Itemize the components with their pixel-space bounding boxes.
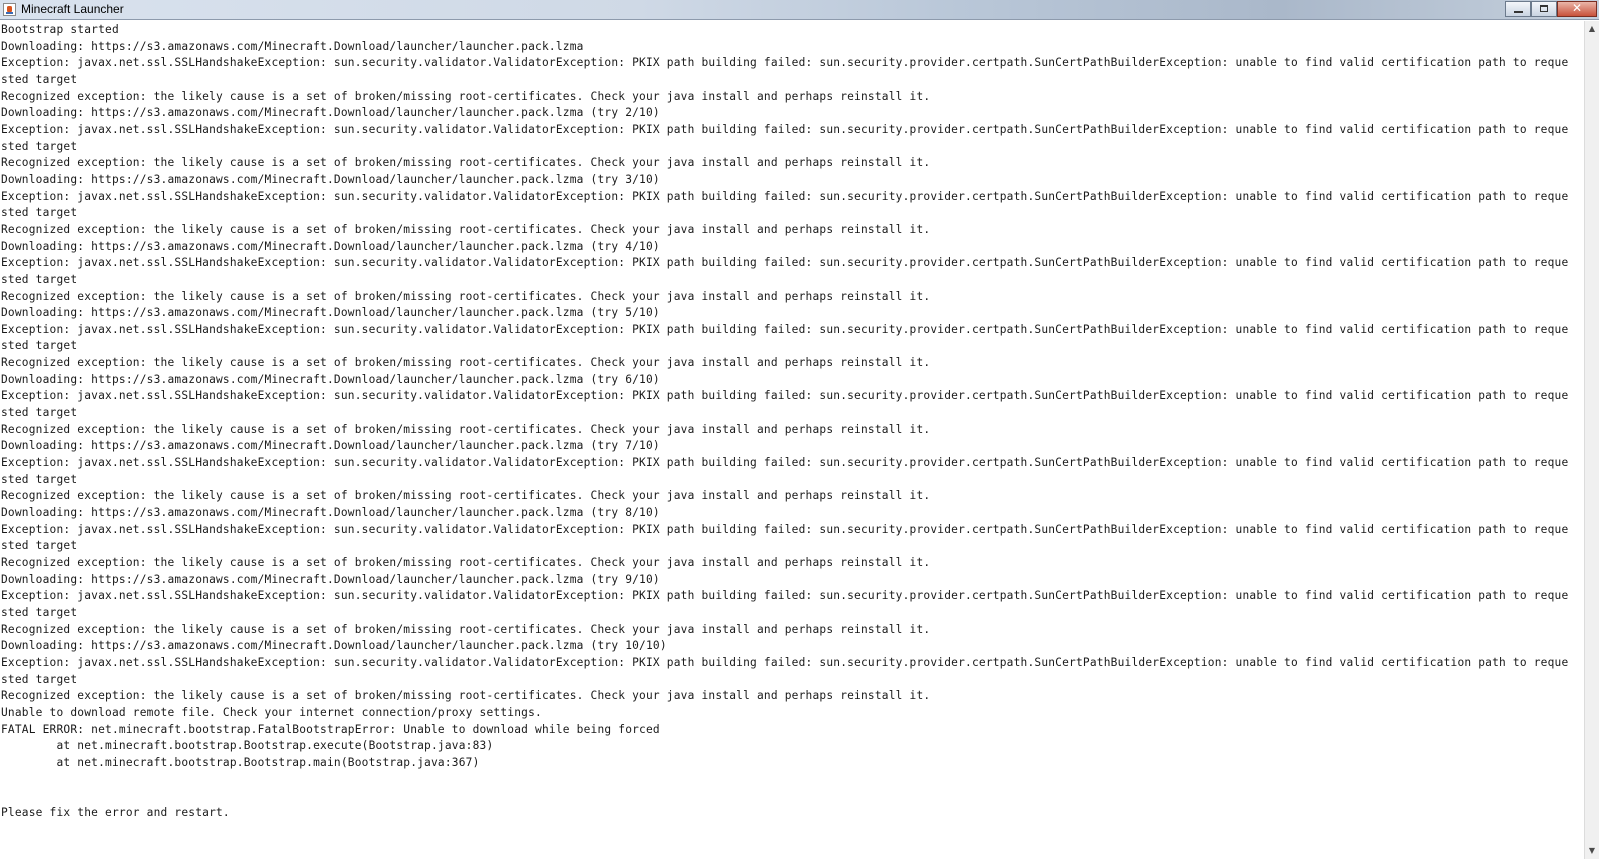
log-line: sted target <box>1 206 78 220</box>
close-icon: ✕ <box>1571 1 1583 15</box>
log-line: Exception: javax.net.ssl.SSLHandshakeExc… <box>1 322 1569 336</box>
log-line: Exception: javax.net.ssl.SSLHandshakeExc… <box>1 122 1569 136</box>
scroll-up-icon[interactable]: ▲ <box>1585 21 1599 37</box>
window-title: Minecraft Launcher <box>21 2 124 16</box>
minimize-button[interactable] <box>1505 1 1531 17</box>
log-line: Please fix the error and restart. <box>1 805 230 819</box>
scroll-down-icon[interactable]: ▼ <box>1585 843 1599 859</box>
log-line: Downloading: https://s3.amazonaws.com/Mi… <box>1 306 660 320</box>
log-line: Recognized exception: the likely cause i… <box>1 422 931 436</box>
log-line: Downloading: https://s3.amazonaws.com/Mi… <box>1 239 660 253</box>
log-line: Downloading: https://s3.amazonaws.com/Mi… <box>1 372 660 386</box>
log-line: sted target <box>1 339 78 353</box>
java-app-icon[interactable] <box>3 3 16 16</box>
log-line: sted target <box>1 272 78 286</box>
log-line: Recognized exception: the likely cause i… <box>1 356 931 370</box>
log-line: sted target <box>1 472 78 486</box>
minimize-icon <box>1514 11 1523 13</box>
launcher-window: Minecraft Launcher ✕ Bootstrap started D… <box>0 0 1599 859</box>
log-line: Recognized exception: the likely cause i… <box>1 689 931 703</box>
log-line: Downloading: https://s3.amazonaws.com/Mi… <box>1 106 660 120</box>
log-line: Exception: javax.net.ssl.SSLHandshakeExc… <box>1 256 1569 270</box>
vertical-scrollbar[interactable]: ▲ ▼ <box>1584 21 1599 859</box>
log-line: Downloading: https://s3.amazonaws.com/Mi… <box>1 172 660 186</box>
maximize-icon <box>1540 5 1548 12</box>
log-line: Exception: javax.net.ssl.SSLHandshakeExc… <box>1 389 1569 403</box>
log-line: FATAL ERROR: net.minecraft.bootstrap.Fat… <box>1 722 660 736</box>
close-button[interactable]: ✕ <box>1557 1 1597 17</box>
log-line: Downloading: https://s3.amazonaws.com/Mi… <box>1 639 667 653</box>
log-line: Recognized exception: the likely cause i… <box>1 289 931 303</box>
log-line: Downloading: https://s3.amazonaws.com/Mi… <box>1 572 660 586</box>
log-line: Exception: javax.net.ssl.SSLHandshakeExc… <box>1 56 1569 70</box>
log-line: sted target <box>1 406 78 420</box>
log-line: Recognized exception: the likely cause i… <box>1 89 931 103</box>
log-line: Exception: javax.net.ssl.SSLHandshakeExc… <box>1 189 1569 203</box>
log-line: Bootstrap started <box>1 23 119 36</box>
log-line: Recognized exception: the likely cause i… <box>1 556 931 569</box>
log-line: Exception: javax.net.ssl.SSLHandshakeExc… <box>1 655 1569 669</box>
log-line: Exception: javax.net.ssl.SSLHandshakeExc… <box>1 456 1569 470</box>
log-line: sted target <box>1 672 78 686</box>
log-line: at net.minecraft.bootstrap.Bootstrap.exe… <box>1 739 494 753</box>
log-line: Recognized exception: the likely cause i… <box>1 489 931 503</box>
log-line: Downloading: https://s3.amazonaws.com/Mi… <box>1 439 660 453</box>
title-bar[interactable]: Minecraft Launcher ✕ <box>0 0 1599 20</box>
window-controls: ✕ <box>1505 1 1597 18</box>
log-line: Exception: javax.net.ssl.SSLHandshakeExc… <box>1 589 1569 603</box>
log-line: Recognized exception: the likely cause i… <box>1 222 931 236</box>
log-output-area[interactable]: Bootstrap started Downloading: https://s… <box>0 21 1584 859</box>
maximize-button[interactable] <box>1531 1 1557 17</box>
log-line: sted target <box>1 605 78 619</box>
log-line: Recognized exception: the likely cause i… <box>1 622 931 636</box>
log-line: Exception: javax.net.ssl.SSLHandshakeExc… <box>1 522 1569 536</box>
log-line: Downloading: https://s3.amazonaws.com/Mi… <box>1 39 584 53</box>
log-line: Unable to download remote file. Check yo… <box>1 705 542 719</box>
log-line: sted target <box>1 139 78 153</box>
log-text[interactable]: Bootstrap started Downloading: https://s… <box>0 21 1584 822</box>
log-line: Downloading: https://s3.amazonaws.com/Mi… <box>1 506 660 520</box>
log-line: sted target <box>1 539 78 553</box>
log-line: at net.minecraft.bootstrap.Bootstrap.mai… <box>1 755 480 769</box>
log-line: sted target <box>1 72 78 86</box>
log-line: Recognized exception: the likely cause i… <box>1 156 931 170</box>
